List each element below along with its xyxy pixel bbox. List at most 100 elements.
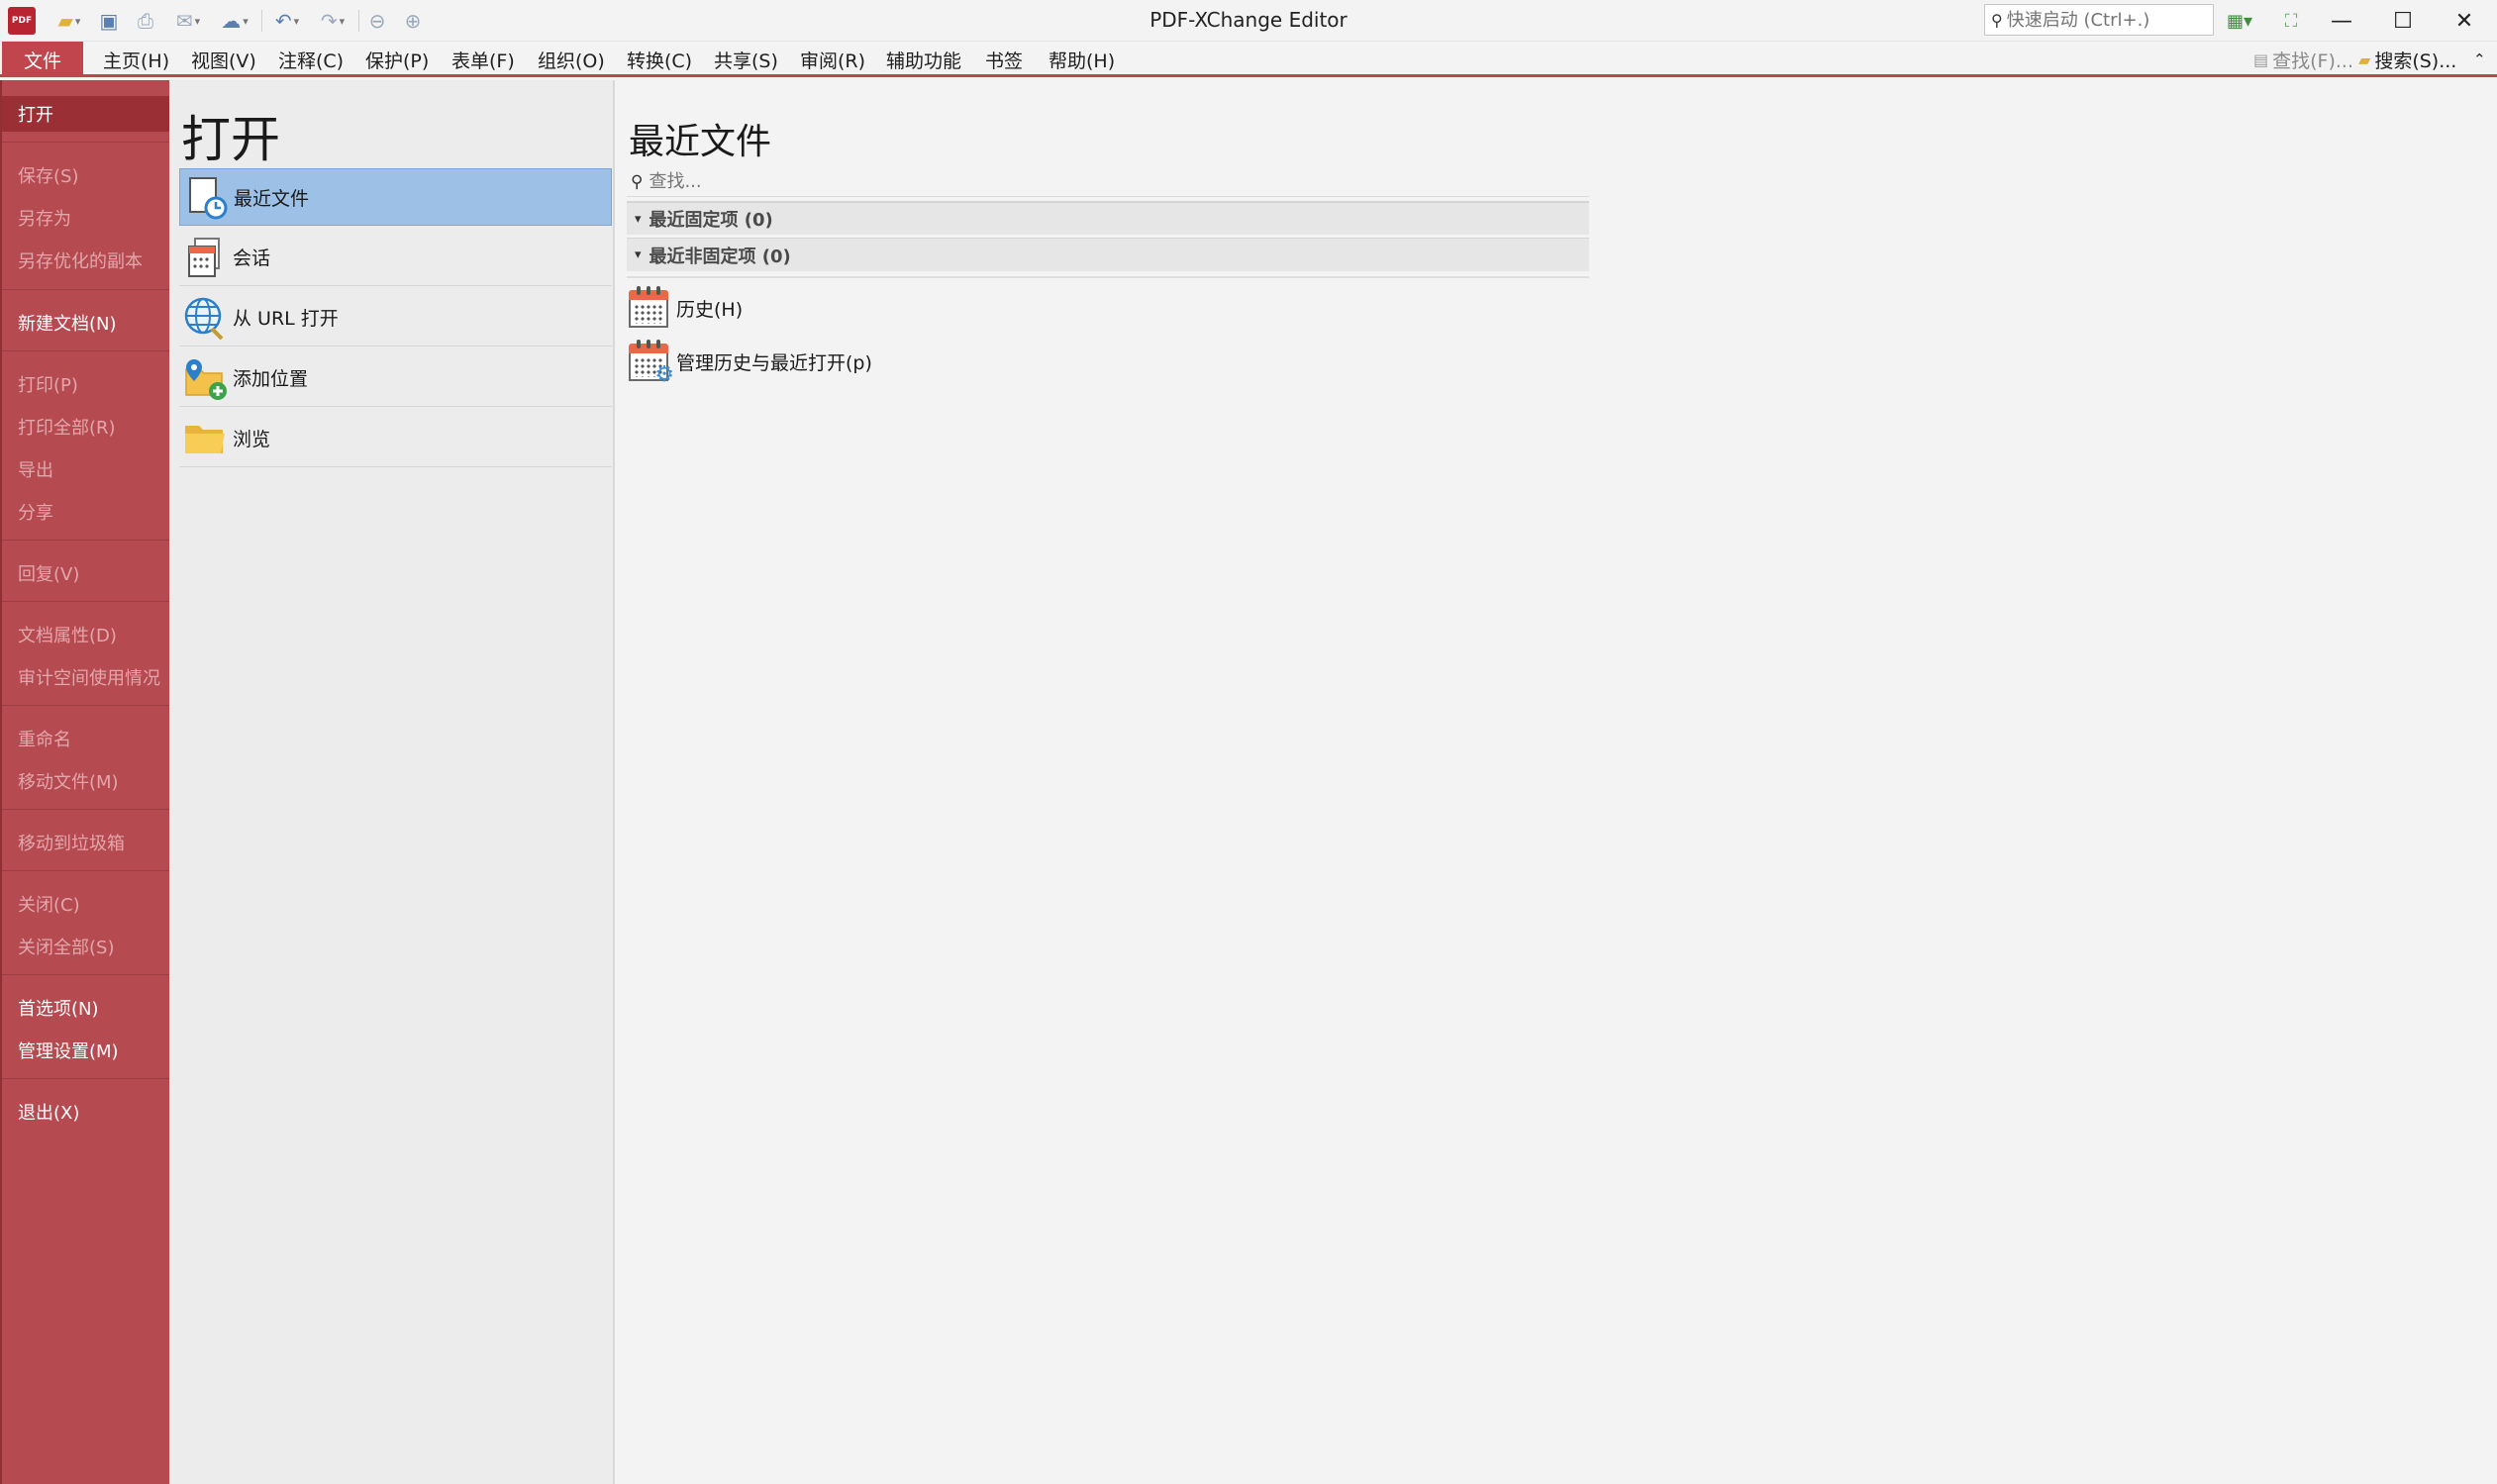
search-icon: ⚲ — [1991, 10, 2003, 30]
calendar-settings-icon: ⚙ — [627, 340, 674, 387]
nav-separator — [2, 809, 169, 810]
option-browse[interactable]: 浏览 — [179, 410, 612, 467]
nav-share[interactable]: 分享 — [2, 494, 169, 530]
option-recent-files[interactable]: 最近文件 — [179, 168, 612, 226]
menu-accessibility[interactable]: 辅助功能 — [886, 42, 961, 77]
nav-revert[interactable]: 回复(V) — [2, 555, 169, 591]
nav-save[interactable]: 保存(S) — [2, 157, 169, 193]
search-label: 搜索(S)... — [2374, 49, 2457, 72]
option-open-from-url[interactable]: 从 URL 打开 — [179, 289, 612, 346]
search-button[interactable]: ▰ 搜索(S)... — [2358, 42, 2456, 77]
recent-search-box[interactable]: ⚲ — [627, 167, 1589, 197]
back-icon[interactable]: ⊖ — [362, 6, 392, 36]
nav-separator — [2, 540, 169, 541]
menu-comment[interactable]: 注释(C) — [278, 42, 344, 77]
group-divider — [627, 276, 1589, 278]
forward-icon[interactable]: ⊕ — [398, 6, 428, 36]
nav-document-properties[interactable]: 文档属性(D) — [2, 617, 169, 652]
menu-convert[interactable]: 转换(C) — [627, 42, 692, 77]
nav-separator — [2, 601, 169, 602]
manage-history-label: 管理历史与最近打开(p) — [676, 351, 872, 374]
menu-home[interactable]: 主页(H) — [103, 42, 169, 77]
option-label: 从 URL 打开 — [233, 308, 339, 330]
pinned-group-label: 最近固定项 (0) — [649, 210, 773, 231]
option-add-location[interactable]: 添加位置 — [179, 349, 612, 407]
sessions-icon — [181, 234, 229, 281]
nav-exit[interactable]: 退出(X) — [2, 1094, 169, 1130]
recent-search-input[interactable] — [649, 171, 1541, 192]
nav-save-as[interactable]: 另存为 — [2, 200, 169, 236]
nav-separator — [2, 1078, 169, 1079]
nav-separator — [2, 289, 169, 290]
nav-audit-space[interactable]: 审计空间使用情况 — [2, 659, 169, 695]
calendar-icon — [627, 286, 670, 330]
option-sessions[interactable]: 会话 — [179, 229, 612, 286]
history-button[interactable]: 历史(H) — [627, 283, 743, 333]
folder-icon — [181, 415, 229, 462]
scan-icon[interactable]: ☁ — [212, 6, 257, 36]
toolbar-separator — [358, 10, 359, 32]
nav-preferences[interactable]: 首选项(N) — [2, 990, 169, 1026]
open-folder-icon[interactable]: ▰ — [48, 6, 91, 36]
ui-options-icon[interactable]: ▦▾ — [2222, 6, 2257, 36]
quick-launch-box[interactable]: ⚲ — [1984, 4, 2214, 36]
quick-launch-input[interactable] — [2006, 9, 2195, 31]
find-label: 查找(F)... — [2272, 49, 2353, 72]
nav-new-document[interactable]: 新建文档(N) — [2, 305, 169, 341]
nav-manage-settings[interactable]: 管理设置(M) — [2, 1033, 169, 1068]
manage-history-button[interactable]: ⚙ 管理历史与最近打开(p) — [627, 337, 872, 387]
globe-icon — [181, 294, 229, 342]
find-icon: ▤ — [2253, 49, 2269, 69]
open-options-panel: 打开 最近文件 会话 从 URL 打开 添加位置 浏览 — [169, 80, 615, 1484]
menu-protect[interactable]: 保护(P) — [365, 42, 429, 77]
unpinned-group-label: 最近非固定项 (0) — [649, 246, 791, 267]
nav-move-to-trash[interactable]: 移动到垃圾箱 — [2, 825, 169, 860]
menu-organize[interactable]: 组织(O) — [538, 42, 605, 77]
nav-close-all[interactable]: 关闭全部(S) — [2, 929, 169, 964]
nav-print[interactable]: 打印(P) — [2, 366, 169, 402]
search-icon: ⚲ — [631, 171, 644, 192]
gear-icon: ⚙ — [654, 362, 674, 387]
fullscreen-icon[interactable]: ⛶ — [2273, 6, 2309, 36]
menu-share[interactable]: 共享(S) — [714, 42, 778, 77]
minimize-button[interactable]: — — [2311, 0, 2372, 42]
nav-export[interactable]: 导出 — [2, 451, 169, 487]
maximize-button[interactable]: ☐ — [2372, 0, 2434, 42]
recent-files-icon — [182, 173, 230, 221]
nav-separator — [2, 350, 169, 351]
menu-bar: 文件 主页(H) 视图(V) 注释(C) 保护(P) 表单(F) 组织(O) 转… — [0, 42, 2497, 77]
menu-view[interactable]: 视图(V) — [191, 42, 256, 77]
menu-bookmarks[interactable]: 书签 — [985, 42, 1023, 77]
chevron-down-icon: ▾ — [635, 247, 642, 262]
recent-files-title: 最近文件 — [629, 122, 772, 162]
nav-close[interactable]: 关闭(C) — [2, 886, 169, 922]
email-icon[interactable]: ✉ — [166, 6, 210, 36]
open-panel-title: 打开 — [181, 111, 280, 168]
nav-save-optimized[interactable]: 另存优化的副本 — [2, 243, 169, 278]
toolbar-separator — [261, 10, 262, 32]
find-button[interactable]: ▤ 查找(F)... — [2253, 42, 2353, 77]
menu-file[interactable]: 文件 — [2, 42, 83, 77]
history-label: 历史(H) — [676, 298, 744, 321]
recent-files-content: 最近文件 ⚲ ▾ 最近固定项 (0) ▾ 最近非固定项 (0) 历史(H) ⚙ … — [617, 80, 2497, 1484]
redo-icon[interactable]: ↷ — [311, 6, 354, 36]
nav-rename[interactable]: 重命名 — [2, 721, 169, 756]
app-logo-icon[interactable]: PDF — [8, 7, 36, 35]
undo-icon[interactable]: ↶ — [265, 6, 309, 36]
nav-open[interactable]: 打开 — [2, 96, 169, 132]
pinned-group-header[interactable]: ▾ 最近固定项 (0) — [627, 201, 1589, 235]
close-window-button[interactable]: ✕ — [2434, 0, 2495, 42]
unpinned-group-header[interactable]: ▾ 最近非固定项 (0) — [627, 238, 1589, 271]
option-label: 会话 — [233, 247, 271, 269]
search-folder-icon: ▰ — [2358, 49, 2371, 69]
menu-review[interactable]: 审阅(R) — [800, 42, 865, 77]
print-icon[interactable]: ⎙ — [131, 6, 160, 36]
nav-move-file[interactable]: 移动文件(M) — [2, 763, 169, 799]
menu-help[interactable]: 帮助(H) — [1049, 42, 1115, 77]
save-icon[interactable]: ▣ — [95, 6, 123, 36]
nav-print-all[interactable]: 打印全部(R) — [2, 409, 169, 445]
menu-form[interactable]: 表单(F) — [451, 42, 515, 77]
chevron-down-icon: ▾ — [635, 211, 642, 227]
nav-separator — [2, 142, 169, 143]
collapse-ribbon-icon[interactable]: ⌃ — [2473, 42, 2486, 77]
